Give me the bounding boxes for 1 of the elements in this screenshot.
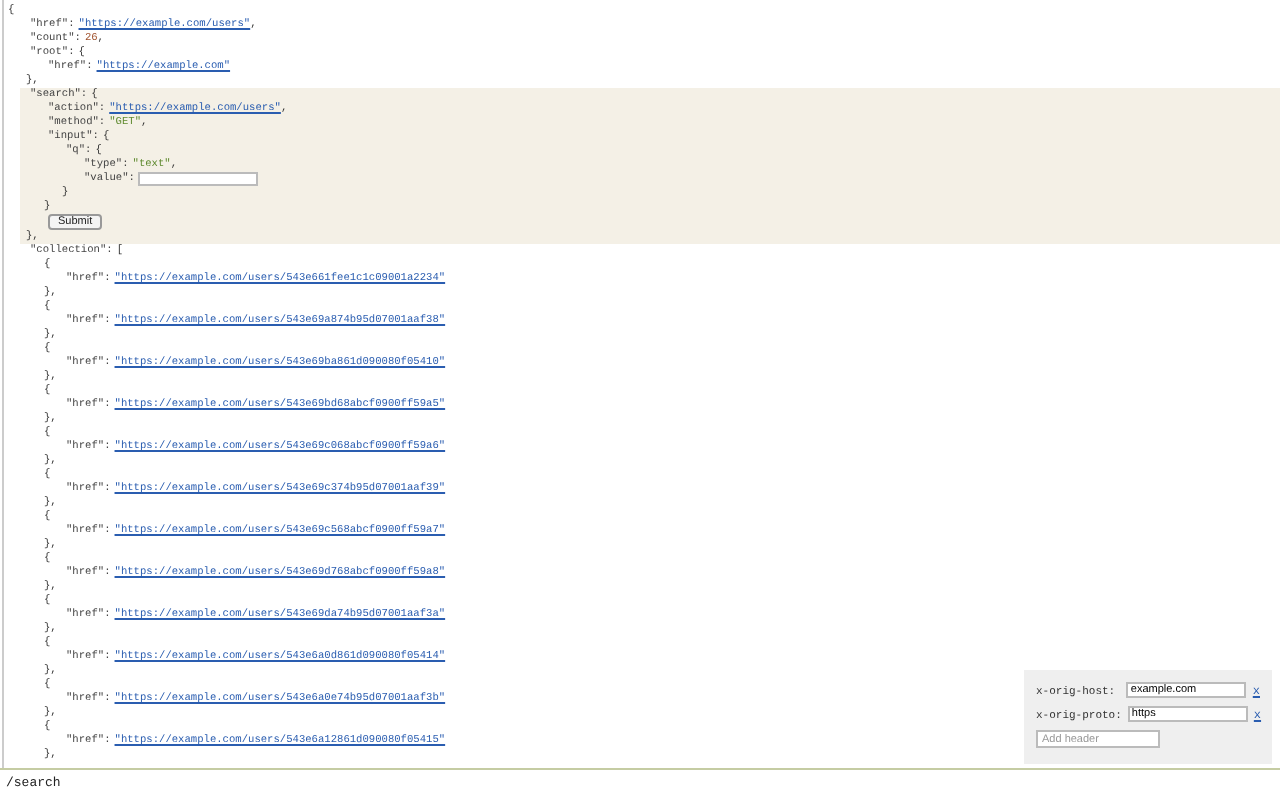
- value-input-field[interactable]: [138, 172, 259, 187]
